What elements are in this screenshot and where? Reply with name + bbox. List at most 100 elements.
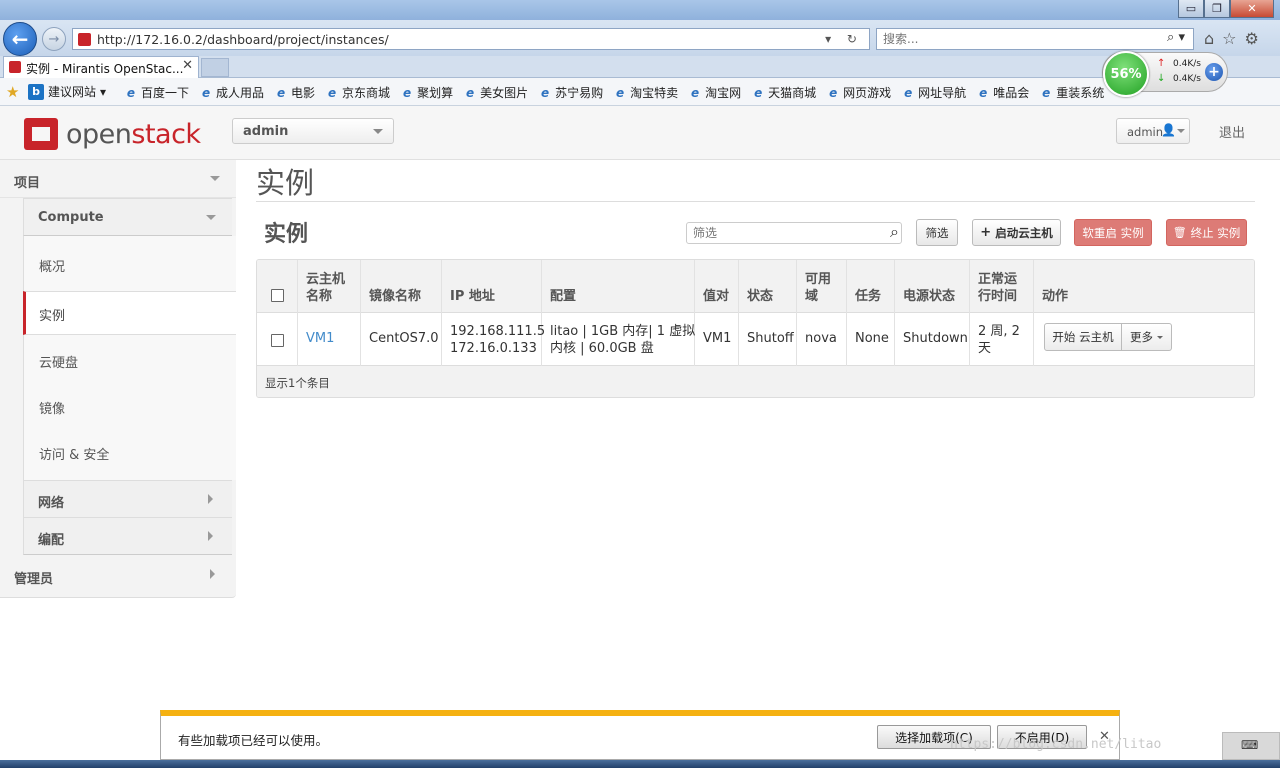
header-name[interactable]: 云主机 名称: [298, 260, 361, 313]
favorite-link[interactable]: e 成人用品: [199, 84, 264, 101]
screen: ▭ ❐ ✕ ← → http://172.16.0.2/dashboard/pr…: [0, 0, 1280, 768]
instance-name-link[interactable]: VM1: [306, 330, 334, 347]
favorite-label: 苏宁易购: [555, 86, 604, 100]
openstack-logo[interactable]: openstack: [24, 118, 201, 150]
forward-arrow-icon: →: [48, 31, 60, 47]
logout-link[interactable]: 退出: [1219, 122, 1245, 141]
start-instance-button[interactable]: 开始 云主机: [1044, 323, 1122, 351]
favorite-link[interactable]: e 聚划算: [400, 84, 453, 101]
header-availability-zone[interactable]: 可用 域: [797, 260, 847, 313]
sidebar-item-instances[interactable]: 实例: [23, 291, 236, 335]
sidebar-item-access-security[interactable]: 访问 & 安全: [23, 431, 236, 475]
search-icon[interactable]: ⌕: [890, 222, 899, 242]
row-checkbox[interactable]: [271, 334, 284, 347]
header-flavor[interactable]: 配置: [542, 260, 695, 313]
favorite-link[interactable]: e 天猫商城: [751, 84, 816, 101]
sidebar-item-overview[interactable]: 概况: [23, 243, 236, 287]
keyboard-icon[interactable]: ⌨: [1241, 738, 1258, 752]
header-image[interactable]: 镜像名称: [361, 260, 442, 313]
favorites-star-icon[interactable]: ☆: [1222, 29, 1236, 48]
favorite-link[interactable]: e 网址导航: [901, 84, 966, 101]
favorite-link[interactable]: e 百度一下: [124, 84, 189, 101]
browser-tab-active[interactable]: 实例 - Mirantis OpenStac... ✕: [3, 56, 199, 78]
sidebar-section-project[interactable]: 项目: [0, 160, 236, 198]
header-keypair[interactable]: 值对: [695, 260, 739, 313]
sidebar-item-label: 云硬盘: [39, 356, 79, 371]
address-bar[interactable]: http://172.16.0.2/dashboard/project/inst…: [72, 28, 870, 50]
forward-button[interactable]: →: [42, 27, 66, 51]
favorite-link[interactable]: e 京东商城: [325, 84, 390, 101]
terminate-instance-button[interactable]: 🗑 终止 实例: [1166, 219, 1247, 246]
favorite-link[interactable]: e 电影: [274, 84, 315, 101]
favorite-link[interactable]: e 淘宝特卖: [613, 84, 678, 101]
more-actions-button[interactable]: 更多: [1122, 323, 1172, 351]
filter-button[interactable]: 筛选: [916, 219, 958, 246]
back-button[interactable]: ←: [3, 22, 37, 56]
favorite-link[interactable]: e 淘宝网: [688, 84, 741, 101]
home-icon[interactable]: ⌂: [1204, 29, 1214, 48]
site-favicon-icon: [78, 33, 91, 46]
favorite-label: 唯品会: [993, 86, 1030, 100]
filter-input[interactable]: [693, 225, 873, 241]
soft-reboot-button[interactable]: 软重启 实例: [1074, 219, 1152, 246]
header-uptime[interactable]: 正常运 行时间: [970, 260, 1034, 313]
browser-tools: ⌂ ☆ ⚙: [1204, 29, 1259, 48]
header-ip[interactable]: IP 地址: [442, 260, 542, 313]
favorite-link[interactable]: e 苏宁易购: [538, 84, 603, 101]
favorite-link[interactable]: e 网页游戏: [826, 84, 891, 101]
select-all-checkbox[interactable]: [271, 289, 284, 302]
cell-actions: 开始 云主机 更多: [1034, 313, 1254, 366]
network-speed-widget[interactable]: 56% ↑ 0.4K/s ↓ 0.4K/s +: [1102, 51, 1228, 97]
project-selector-label: admin: [243, 124, 289, 139]
ie-page-icon: e: [126, 85, 136, 100]
cell-ip: 192.168.111.5 172.16.0.133: [442, 313, 545, 366]
addon-notification-bar: 有些加载项已经可以使用。 选择加载项(C) 不启用(D) ✕: [160, 710, 1120, 760]
ie-page-icon: e: [829, 85, 838, 100]
sidebar-item-label: 概况: [39, 260, 66, 275]
ie-page-icon: e: [402, 85, 412, 100]
favorite-link[interactable]: e 美女图片: [463, 84, 528, 101]
search-icon[interactable]: ⌕ ▾: [1167, 30, 1185, 45]
close-window-button[interactable]: ✕: [1230, 0, 1274, 18]
ie-page-icon: e: [691, 85, 700, 100]
filter-box[interactable]: ⌕: [686, 222, 902, 244]
sidebar-item-images[interactable]: 镜像: [23, 385, 236, 429]
favorite-suggested-sites[interactable]: b 建议网站 ▾: [28, 83, 106, 100]
favorites-star-icon[interactable]: ★: [6, 83, 19, 101]
sidebar-item-volumes[interactable]: 云硬盘: [23, 339, 236, 383]
favorite-label: 聚划算: [417, 86, 454, 100]
refresh-dropdown-icon[interactable]: ▾ ↻: [825, 32, 863, 46]
launch-instance-button[interactable]: + 启动云主机: [972, 219, 1061, 246]
sidebar-section-admin[interactable]: 管理员: [0, 556, 236, 594]
chevron-down-icon: ▾: [100, 84, 107, 99]
maximize-button[interactable]: ❐: [1204, 0, 1230, 18]
new-tab-button[interactable]: [201, 58, 229, 77]
favorite-link[interactable]: e 重装系统: [1039, 84, 1104, 101]
header-status[interactable]: 状态: [739, 260, 797, 313]
plus-icon[interactable]: +: [1205, 63, 1223, 81]
favorite-label: 网址导航: [918, 86, 967, 100]
sidebar-item-label: 访问 & 安全: [39, 448, 110, 463]
download-speed: 0.4K/s: [1173, 74, 1201, 84]
url-text[interactable]: http://172.16.0.2/dashboard/project/inst…: [97, 32, 389, 47]
sidebar-group-orchestration[interactable]: 编配: [23, 517, 232, 555]
sidebar-group-compute[interactable]: Compute: [23, 198, 232, 236]
chevron-right-icon: [210, 569, 220, 579]
table-title: 实例: [264, 222, 309, 247]
ie-page-icon: e: [327, 85, 337, 100]
user-menu[interactable]: admin 👤: [1116, 118, 1190, 144]
ie-page-icon: e: [754, 85, 763, 100]
favorite-link[interactable]: e 唯品会: [976, 84, 1029, 101]
project-selector[interactable]: admin: [232, 118, 394, 144]
minimize-button[interactable]: ▭: [1178, 0, 1204, 18]
gear-icon[interactable]: ⚙: [1245, 29, 1259, 48]
header-power-state[interactable]: 电源状态: [895, 260, 970, 313]
ie-page-icon: e: [616, 85, 625, 100]
browser-search-input[interactable]: [883, 31, 1143, 47]
browser-search-box[interactable]: ⌕ ▾: [876, 28, 1194, 50]
chevron-down-icon: [1157, 336, 1163, 342]
sidebar-group-network[interactable]: 网络: [23, 480, 232, 518]
header-task[interactable]: 任务: [847, 260, 895, 313]
chevron-right-icon: [208, 531, 218, 541]
tab-close-icon[interactable]: ✕: [182, 58, 193, 73]
